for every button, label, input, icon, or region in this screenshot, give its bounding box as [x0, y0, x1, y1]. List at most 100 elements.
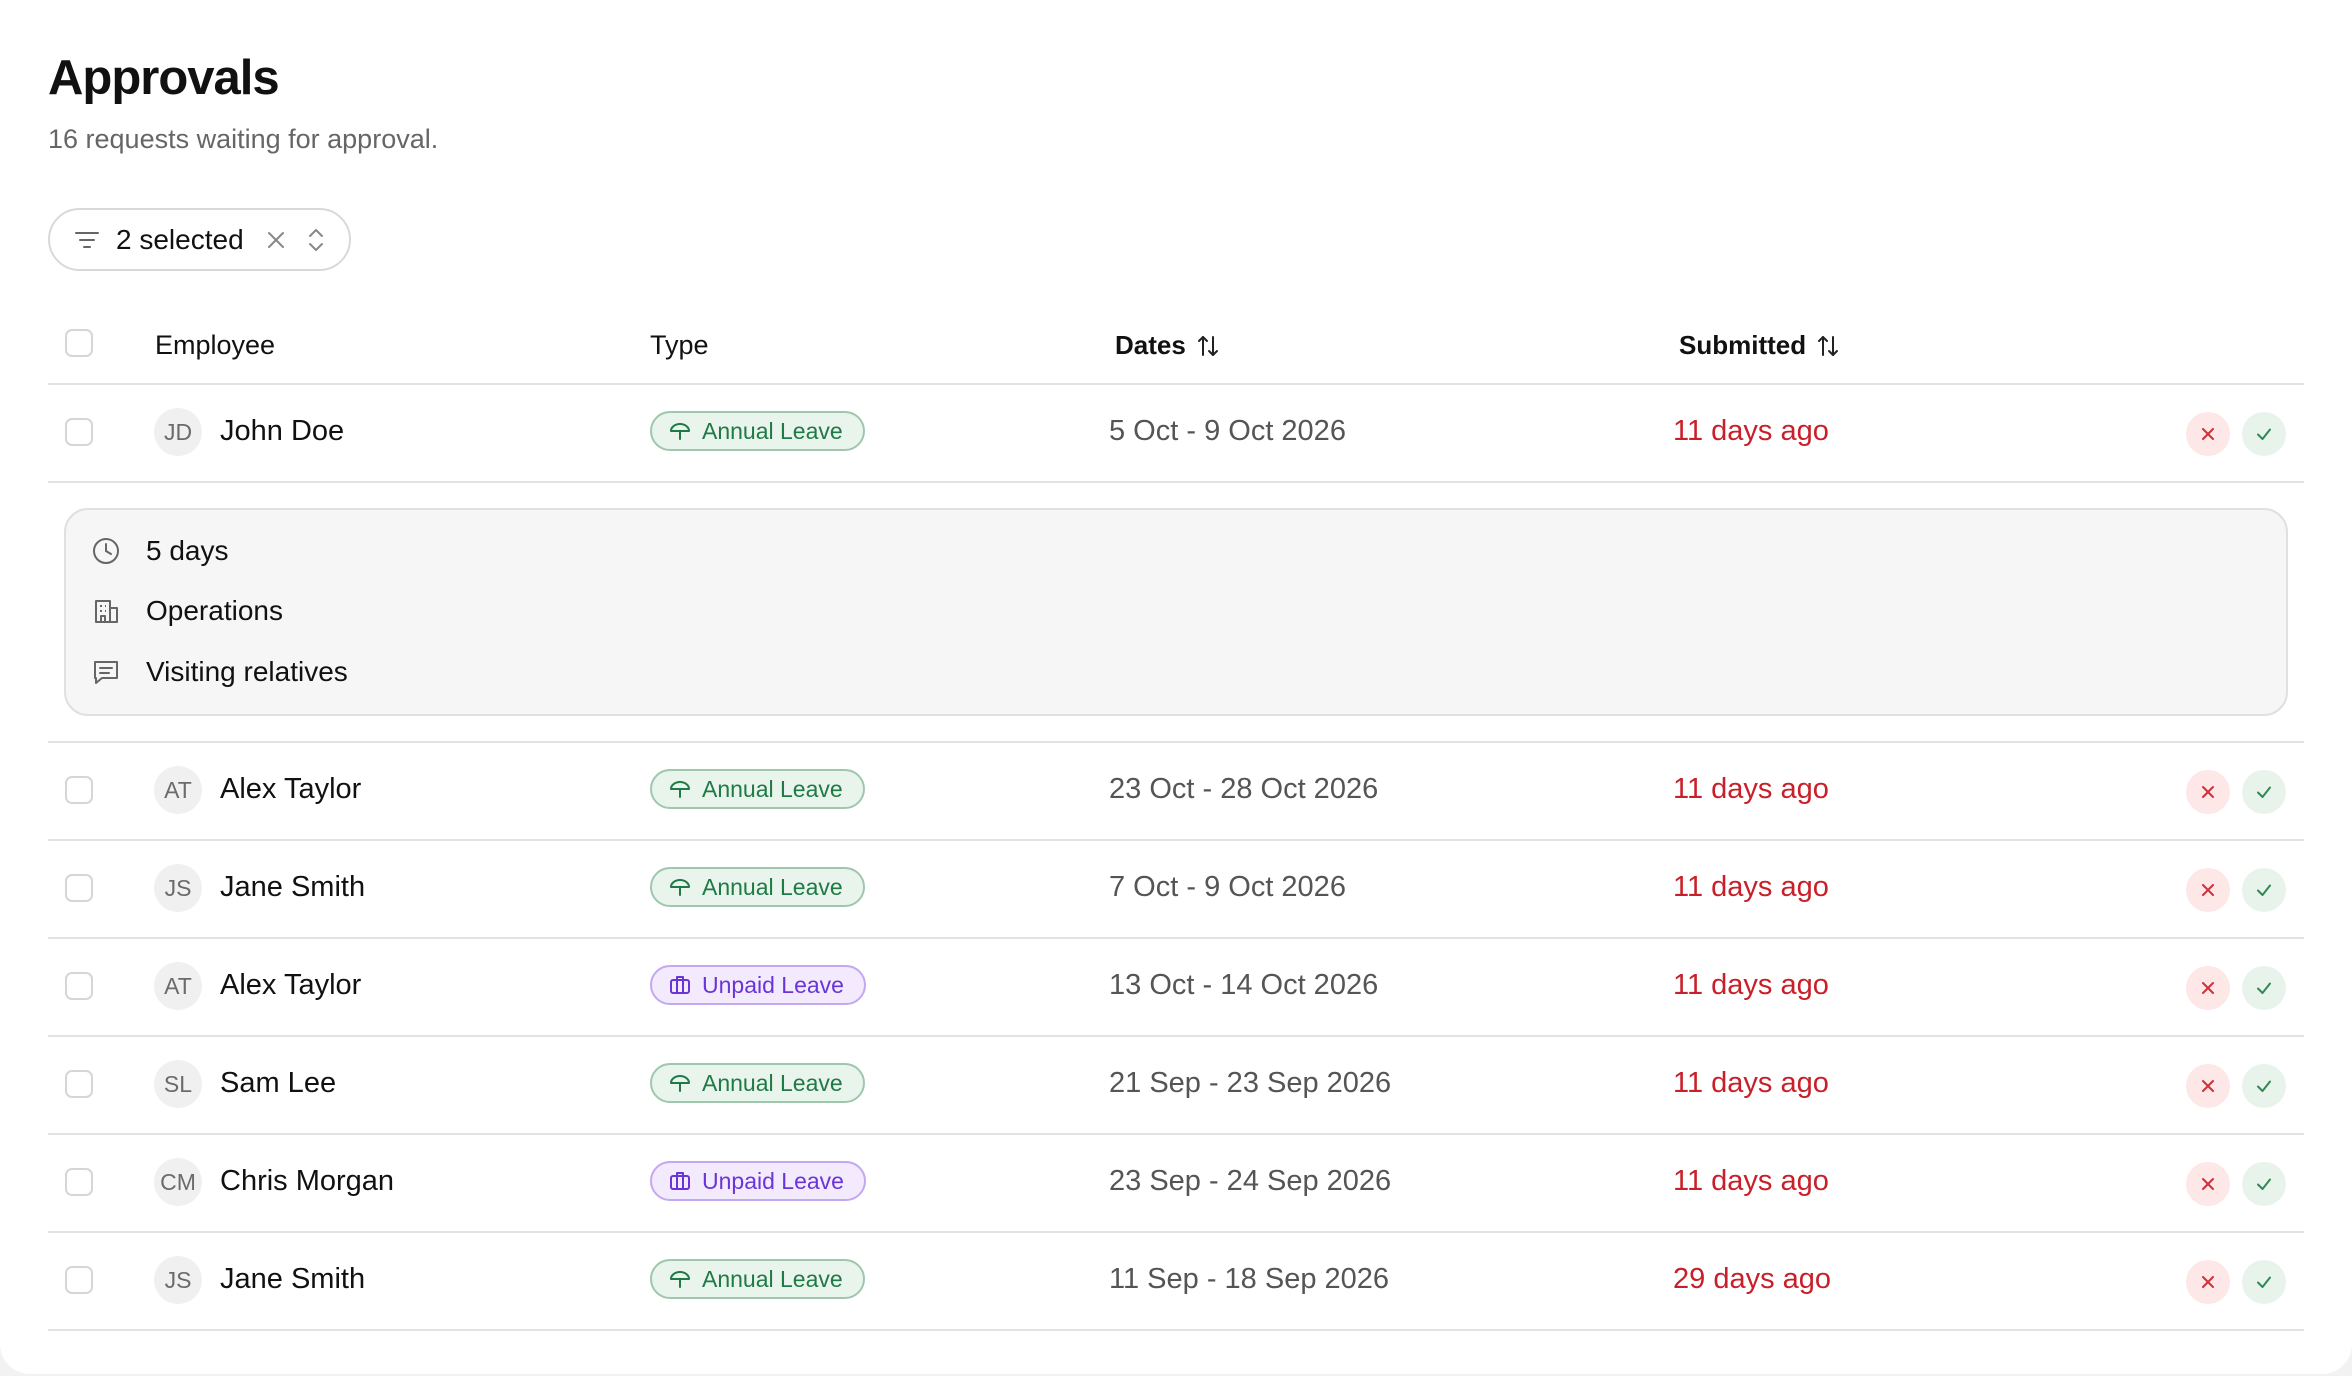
- umbrella-icon: [670, 781, 690, 798]
- employee-name: Chris Morgan: [220, 1165, 395, 1197]
- avatar: AT: [154, 766, 202, 814]
- leave-type-label: Annual Leave: [702, 1069, 843, 1096]
- employee-name: John Doe: [220, 415, 345, 447]
- employee-column-header: Employee: [155, 330, 276, 360]
- leave-dates: 5 Oct - 9 Oct 2026: [1109, 415, 1346, 447]
- avatar: JS: [154, 864, 202, 912]
- approve-button[interactable]: [2242, 770, 2286, 814]
- leave-type-badge: Annual Leave: [650, 1259, 865, 1299]
- submitted-time: 11 days ago: [1673, 1165, 1829, 1197]
- building-icon: [95, 600, 118, 623]
- type-filter-button[interactable]: 2 selected: [48, 208, 351, 271]
- close-icon: [2202, 1178, 2214, 1190]
- submitted-column-header[interactable]: Submitted: [1679, 330, 1842, 361]
- row-checkbox[interactable]: [65, 874, 93, 902]
- close-icon: [2202, 982, 2214, 994]
- submitted-column-label: Submitted: [1679, 330, 1807, 360]
- leave-dates: 13 Oct - 14 Oct 2026: [1109, 969, 1379, 1001]
- avatar-initials: AT: [164, 776, 192, 803]
- submitted-time: 29 days ago: [1673, 1263, 1832, 1295]
- approve-button[interactable]: [2242, 1162, 2286, 1206]
- row-checkbox[interactable]: [65, 776, 93, 804]
- close-icon: [2202, 786, 2214, 798]
- avatar-initials: SL: [163, 1070, 193, 1097]
- approve-button[interactable]: [2242, 1260, 2286, 1304]
- approve-button[interactable]: [2242, 966, 2286, 1010]
- avatar: AT: [154, 962, 202, 1010]
- select-all-checkbox[interactable]: [65, 329, 93, 357]
- row-checkbox[interactable]: [65, 418, 93, 446]
- duration-line: 5 days: [90, 535, 229, 567]
- umbrella-icon: [670, 1075, 690, 1092]
- avatar-initials: JS: [164, 1266, 192, 1293]
- filter-label: 2 selected: [116, 223, 244, 255]
- clock-icon: [93, 538, 119, 564]
- row-checkbox[interactable]: [65, 1070, 93, 1098]
- approve-button[interactable]: [2242, 868, 2286, 912]
- page-title: Approvals: [48, 51, 280, 105]
- row-checkbox[interactable]: [65, 972, 93, 1000]
- chevron-up-down-icon[interactable]: [304, 225, 328, 255]
- submitted-time: 11 days ago: [1673, 1067, 1829, 1099]
- row-checkbox[interactable]: [65, 1266, 93, 1294]
- avatar: CM: [154, 1158, 202, 1206]
- close-icon[interactable]: [264, 228, 288, 252]
- check-icon: [2257, 1080, 2271, 1092]
- table-header: Employee Type Dates Submitted: [48, 310, 2304, 385]
- leave-type-label: Unpaid Leave: [702, 1167, 844, 1194]
- department-text: Operations: [146, 595, 283, 626]
- avatar-initials: JD: [163, 418, 193, 445]
- check-icon: [2257, 1178, 2271, 1190]
- leave-type-label: Annual Leave: [702, 873, 843, 900]
- reject-button[interactable]: [2186, 1064, 2230, 1108]
- close-icon: [2202, 1080, 2214, 1092]
- check-icon: [2257, 884, 2271, 896]
- umbrella-icon: [670, 1271, 690, 1288]
- row-checkbox[interactable]: [65, 1168, 93, 1196]
- leave-type-label: Annual Leave: [702, 1265, 843, 1292]
- leave-dates: 23 Oct - 28 Oct 2026: [1109, 773, 1379, 805]
- leave-type-badge: Unpaid Leave: [650, 965, 866, 1005]
- submitted-time: 11 days ago: [1673, 773, 1829, 805]
- dates-column-header[interactable]: Dates: [1115, 330, 1222, 361]
- close-icon: [2202, 884, 2214, 896]
- reject-button[interactable]: [2186, 868, 2230, 912]
- reject-button[interactable]: [2186, 966, 2230, 1010]
- employee-name: Alex Taylor: [220, 969, 362, 1001]
- reject-button[interactable]: [2186, 412, 2230, 456]
- close-icon: [2202, 1276, 2214, 1288]
- reject-button[interactable]: [2186, 1260, 2230, 1304]
- avatar-initials: AT: [164, 972, 192, 999]
- note-line: Visiting relatives: [90, 656, 348, 688]
- table-row[interactable]: CM Chris Morgan Unpaid Leave 23 Sep - 24…: [48, 1135, 2304, 1233]
- sort-icon: [1818, 335, 1839, 356]
- approve-button[interactable]: [2242, 1064, 2286, 1108]
- approve-button[interactable]: [2242, 412, 2286, 456]
- table-row[interactable]: AT Alex Taylor Unpaid Leave 13 Oct - 14 …: [48, 939, 2304, 1037]
- duration-text: 5 days: [146, 535, 229, 566]
- employee-name: Sam Lee: [220, 1067, 337, 1099]
- leave-type-label: Unpaid Leave: [702, 971, 844, 998]
- table-row[interactable]: JD John Doe Annual Leave 5 Oct - 9 Oct 2…: [48, 385, 2304, 483]
- table-row[interactable]: JS Jane Smith Annual Leave 11 Sep - 18 S…: [48, 1233, 2304, 1331]
- expanded-details-row: 5 days Operations Visiting relatives: [48, 483, 2304, 743]
- leave-type-label: Annual Leave: [702, 417, 843, 444]
- table-row[interactable]: AT Alex Taylor Annual Leave 23 Oct - 28 …: [48, 743, 2304, 841]
- employee-name: Jane Smith: [220, 871, 366, 903]
- leave-dates: 21 Sep - 23 Sep 2026: [1109, 1067, 1392, 1099]
- check-icon: [2257, 982, 2271, 994]
- table-row[interactable]: SL Sam Lee Annual Leave 21 Sep - 23 Sep …: [48, 1037, 2304, 1135]
- reject-button[interactable]: [2186, 770, 2230, 814]
- leave-type-badge: Annual Leave: [650, 769, 865, 809]
- briefcase-icon: [670, 1172, 690, 1190]
- leave-type-badge: Annual Leave: [650, 1063, 865, 1103]
- approvals-panel: Approvals 16 requests waiting for approv…: [0, 0, 2352, 1374]
- avatar: JS: [154, 1256, 202, 1304]
- note-text: Visiting relatives: [146, 656, 348, 687]
- leave-type-badge: Unpaid Leave: [650, 1161, 866, 1201]
- table-row[interactable]: JS Jane Smith Annual Leave 7 Oct - 9 Oct…: [48, 841, 2304, 939]
- umbrella-icon: [670, 423, 690, 440]
- request-details-panel: 5 days Operations Visiting relatives: [64, 508, 2288, 716]
- reject-button[interactable]: [2186, 1162, 2230, 1206]
- leave-dates: 23 Sep - 24 Sep 2026: [1109, 1165, 1392, 1197]
